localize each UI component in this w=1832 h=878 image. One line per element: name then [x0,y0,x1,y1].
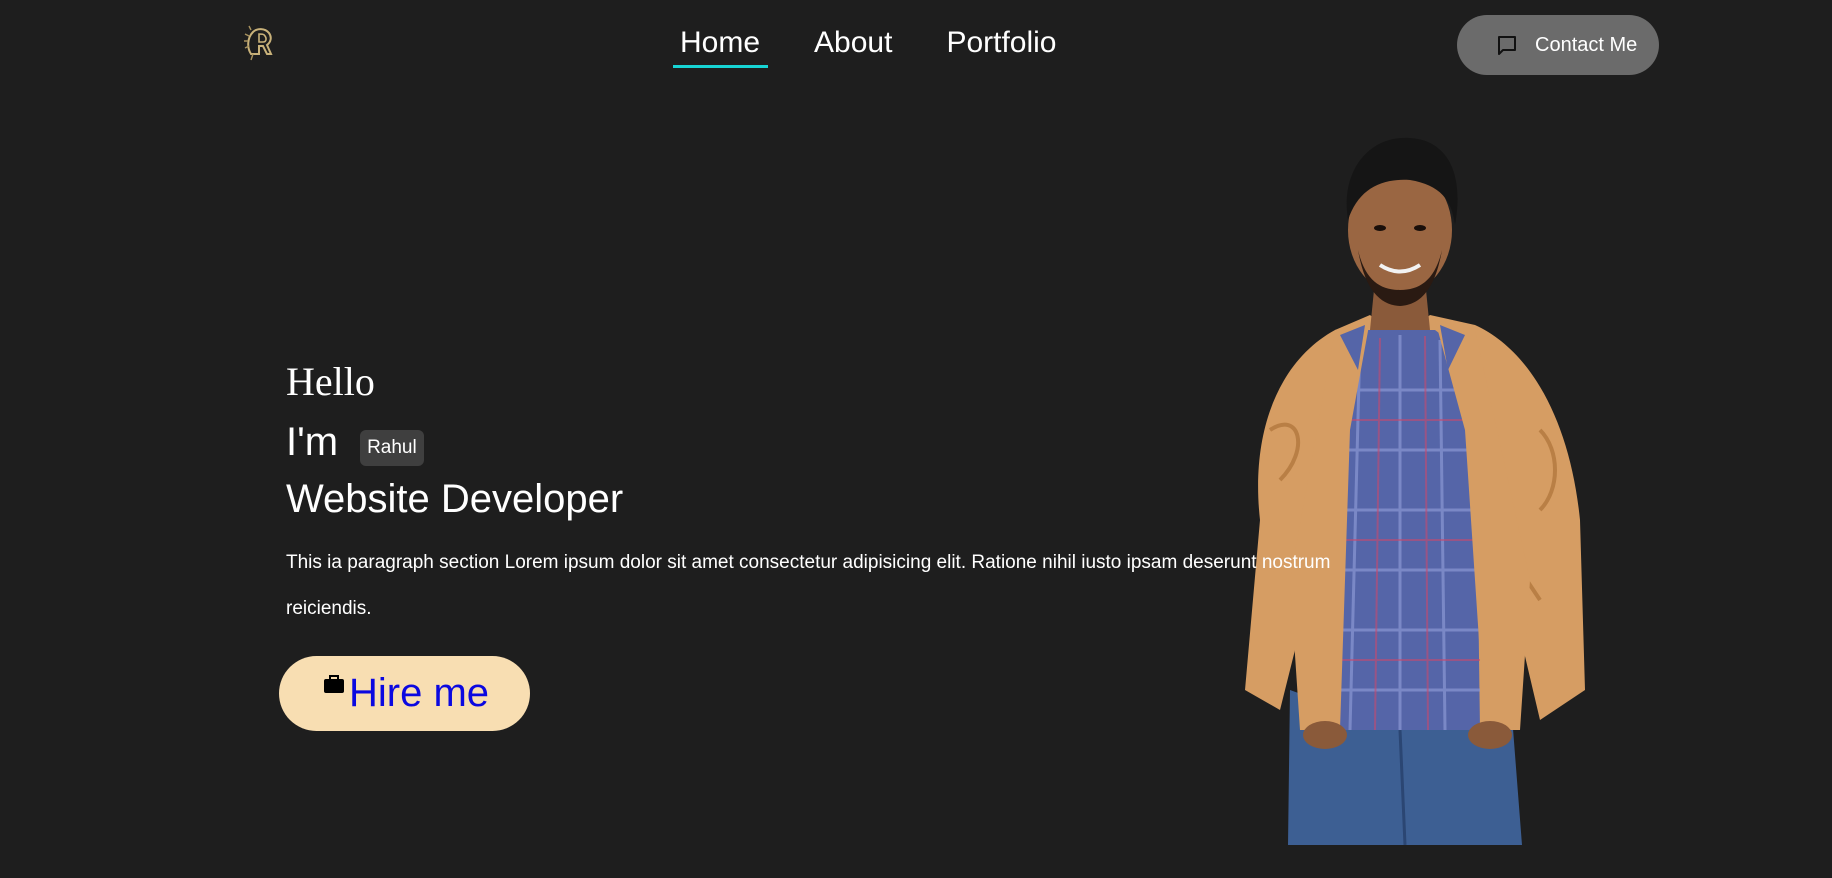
contact-me-button[interactable]: Contact Me [1457,15,1659,75]
hero-greeting: Hello [286,359,375,404]
nav-home[interactable]: Home [672,22,769,68]
hero-paragraph: This ia paragraph section Lorem ipsum do… [286,552,1331,619]
chat-bubble-icon [1495,33,1519,57]
page: Home About Portfolio Contact Me Hello I'… [0,0,1832,878]
nav-portfolio[interactable]: Portfolio [938,22,1064,68]
name-badge: Rahul [360,430,424,466]
lion-head-logo-icon[interactable] [241,24,277,64]
hero-role: Website Developer [286,477,624,521]
person-portrait-image [1240,130,1630,846]
contact-me-label: Contact Me [1535,33,1638,56]
briefcase-icon [323,674,345,694]
nav-about[interactable]: About [806,22,900,68]
hero-intro-row: I'm Rahul [286,418,424,466]
hero-im: I'm [286,419,339,464]
main-nav: Home About Portfolio [672,22,1065,68]
hire-me-button[interactable]: Hire me [279,656,530,731]
hire-me-label: Hire me [349,671,490,715]
